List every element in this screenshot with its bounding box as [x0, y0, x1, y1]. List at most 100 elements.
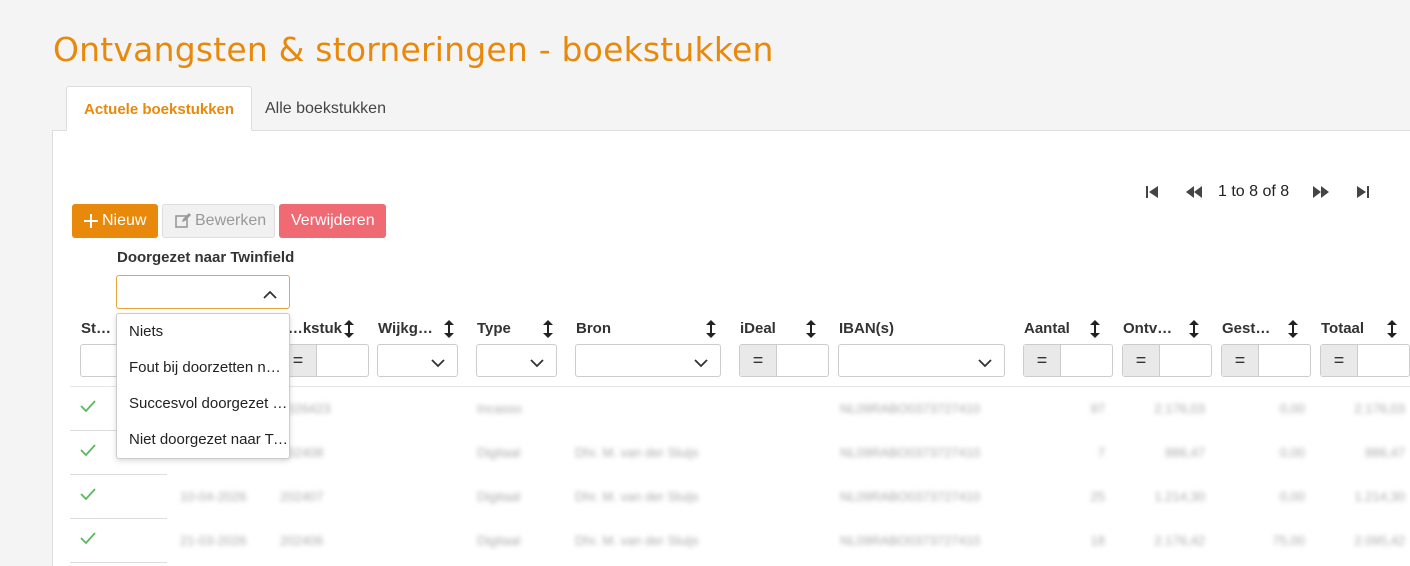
column-label: Gestorneerd — [1222, 320, 1278, 337]
first-page-icon — [1146, 186, 1158, 198]
cell-ontvangen: 2.176,42 — [1154, 533, 1205, 548]
column-header-ideal[interactable]: iDeal — [740, 320, 820, 340]
tab-alle-boekstukken[interactable]: Alle boekstukken — [248, 86, 403, 131]
sort-icon — [344, 320, 354, 342]
cell-ontvangen: 1.214,30 — [1154, 489, 1205, 504]
cell-iban: NL09RABO0373727410 — [840, 489, 981, 504]
column-header-wijkgebied[interactable]: Wijkgebied — [378, 320, 458, 340]
column-label: IBAN(s) — [839, 320, 894, 337]
dropdown-option-niets[interactable]: Niets — [117, 314, 289, 350]
chevron-down-icon — [978, 355, 992, 373]
page-title: Ontvangsten & storneringen - boekstukken — [53, 30, 774, 69]
totaal-filter[interactable]: = — [1320, 344, 1410, 377]
check-icon — [80, 531, 96, 549]
edit-button[interactable]: Bewerken — [162, 204, 275, 238]
cell-bron: Dhr. M. van der Sluijs — [575, 489, 699, 504]
tab-actuele-boekstukken[interactable]: Actuele boekstukken — [66, 86, 253, 131]
chevron-down-icon — [694, 355, 708, 373]
cell-ontvangen: 2.176,03 — [1154, 401, 1205, 416]
edit-icon — [175, 213, 191, 229]
dropdown-option-niet-doorgezet[interactable]: Niet doorgezet naar Twinfield — [117, 422, 289, 458]
cell-bron: Dhr. M. van der Sluijs — [575, 445, 699, 460]
cell-bron: Dhr. M. van der Sluijs — [575, 533, 699, 548]
twinfield-filter-dropdown: Niets Fout bij doorzetten naar Twinfield… — [116, 313, 290, 459]
rewind-icon — [1186, 186, 1202, 198]
twinfield-filter-label: Doorgezet naar Twinfield — [117, 249, 295, 266]
last-page-icon — [1357, 186, 1370, 198]
sort-icon — [706, 320, 716, 342]
cell-type: Digitaal — [477, 489, 521, 504]
pagination: 1 to 8 of 8 — [1140, 180, 1375, 204]
wijkgebied-filter[interactable] — [377, 344, 458, 377]
previous-page-button[interactable] — [1182, 180, 1206, 204]
equals-icon: = — [1024, 345, 1061, 376]
chevron-up-icon — [263, 286, 277, 304]
cell-totaal: 2.176,03 — [1354, 401, 1405, 416]
check-icon — [80, 487, 96, 505]
column-label: Ontvangen — [1123, 320, 1177, 337]
column-label: Status — [81, 320, 117, 337]
delete-button[interactable]: Verwijderen — [279, 204, 386, 238]
new-button[interactable]: Nieuw — [72, 204, 158, 238]
equals-icon: = — [740, 345, 777, 376]
last-page-button[interactable] — [1351, 180, 1375, 204]
dropdown-option-fout[interactable]: Fout bij doorzetten naar Twinfield — [117, 350, 289, 386]
column-header-totaal[interactable]: Totaal — [1321, 320, 1401, 340]
equals-icon: = — [1222, 345, 1259, 376]
cell-iban: NL09RABO0373727410 — [840, 533, 981, 548]
cell-type: Incasso — [477, 401, 522, 416]
sort-icon — [1288, 320, 1298, 342]
type-filter[interactable] — [476, 344, 557, 377]
equals-icon: = — [1123, 345, 1160, 376]
dropdown-option-succesvol[interactable]: Succesvol doorgezet naar Twinfield — [117, 386, 289, 422]
cell-datum: 21-03-2026 — [180, 533, 247, 548]
check-icon — [80, 443, 96, 461]
boekstuk-filter[interactable]: = — [279, 344, 369, 377]
table-row[interactable]: 21-03-2026 202406 Digitaal Dhr. M. van d… — [70, 519, 1410, 563]
column-header-gestorneerd[interactable]: Gestorneerd — [1222, 320, 1302, 340]
column-header-type[interactable]: Type — [477, 320, 557, 340]
column-label: Bron — [576, 320, 611, 337]
fast-forward-icon — [1313, 186, 1330, 198]
cell-type: Digitaal — [477, 533, 521, 548]
sort-icon — [1189, 320, 1199, 342]
column-header-bron[interactable]: Bron — [576, 320, 721, 340]
cell-aantal: 7 — [1097, 445, 1105, 460]
bron-filter[interactable] — [575, 344, 721, 377]
cell-aantal: 97 — [1090, 401, 1105, 416]
ontvangen-filter[interactable]: = — [1122, 344, 1212, 377]
status-filter[interactable] — [80, 344, 120, 377]
ideal-filter[interactable]: = — [739, 344, 829, 377]
table-row[interactable]: 10-04-2026 202407 Digitaal Dhr. M. van d… — [70, 475, 1410, 519]
row-divider — [70, 562, 167, 563]
cell-totaal: 1.214,30 — [1354, 489, 1405, 504]
sort-icon — [543, 320, 553, 342]
iban-filter[interactable] — [838, 344, 1005, 377]
column-label: Aantal — [1024, 320, 1070, 337]
column-header-ontvangen[interactable]: Ontvangen — [1123, 320, 1203, 340]
delete-button-label: Verwijderen — [291, 212, 375, 229]
column-header-iban[interactable]: IBAN(s) — [839, 320, 999, 340]
cell-datum: 10-04-2026 — [180, 489, 247, 504]
page-info: 1 to 8 of 8 — [1218, 183, 1290, 200]
cell-totaal: 2.095,42 — [1354, 533, 1405, 548]
next-page-button[interactable] — [1309, 180, 1333, 204]
aantal-filter[interactable]: = — [1023, 344, 1113, 377]
cell-gestorneerd: 0,00 — [1279, 445, 1305, 460]
sort-icon — [1090, 320, 1100, 342]
column-header-boekstuk[interactable]: Boekstuk — [280, 320, 360, 340]
sort-icon — [806, 320, 816, 342]
sort-icon — [1387, 320, 1397, 342]
column-header-aantal[interactable]: Aantal — [1024, 320, 1104, 340]
cell-iban: NL09RABO0373727410 — [840, 445, 981, 460]
gestorneerd-filter[interactable]: = — [1221, 344, 1311, 377]
column-header-status[interactable]: Status — [81, 320, 117, 340]
new-button-label: Nieuw — [102, 212, 147, 229]
plus-icon — [84, 214, 98, 228]
edit-button-label: Bewerken — [195, 212, 267, 229]
cell-boekstuk: 202406 — [280, 533, 324, 548]
cell-type: Digitaal — [477, 445, 521, 460]
cell-gestorneerd: 0,00 — [1279, 401, 1305, 416]
first-page-button[interactable] — [1140, 180, 1164, 204]
twinfield-filter-select[interactable] — [116, 275, 290, 309]
